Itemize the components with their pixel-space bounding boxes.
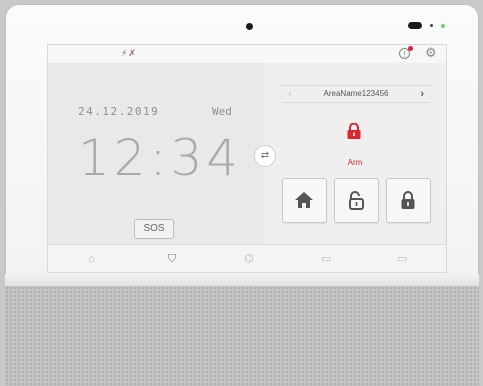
camera-icon[interactable]: ▭ [321, 252, 331, 266]
date-text: 24.12.2019 [78, 105, 160, 118]
disarm-button[interactable] [334, 178, 379, 223]
devices-icon[interactable]: ⌬ [244, 252, 254, 266]
disarm-unlock-icon [349, 191, 364, 210]
notification-icon[interactable]: ! [399, 46, 413, 59]
touch-screen: ⚡︎✗ ! ⚙ 24.12.2019 Wed 12:34 SOS ⇄ ‹ Are… [47, 44, 447, 273]
clock-panel: 24.12.2019 Wed 12:34 SOS [48, 63, 264, 244]
shield-icon[interactable]: ⛉ [168, 252, 176, 266]
home-mode-icon [295, 192, 313, 208]
status-led [441, 24, 445, 28]
panel-device: ⚡︎✗ ! ⚙ 24.12.2019 Wed 12:34 SOS ⇄ ‹ Are… [5, 4, 479, 386]
panel-switch-icon[interactable]: ⇄ [254, 145, 276, 167]
device-chin [5, 274, 479, 286]
arm-button[interactable] [386, 178, 431, 223]
light-sensor [408, 22, 422, 29]
wifi-off-icon: ⚡︎✗ [121, 48, 137, 58]
area-selector: ‹ AreaName123456 › [282, 85, 430, 103]
camera-icon[interactable]: ▭ [397, 252, 407, 266]
sos-button[interactable]: SOS [134, 219, 174, 239]
arm-status-lock-icon [347, 123, 361, 139]
weekday-text: Wed [212, 105, 232, 118]
status-bar: ⚡︎✗ ! ⚙ [48, 45, 446, 63]
arm-lock-icon [401, 191, 415, 209]
speaker-grille [5, 286, 479, 386]
bottom-nav: ⌂ ⛉ ⌬ ▭ ▭ [48, 244, 446, 272]
sensor-dot [430, 24, 433, 27]
home-mode-button[interactable] [282, 178, 327, 223]
arm-panel: ‹ AreaName123456 › Arm [264, 63, 446, 244]
gear-icon[interactable]: ⚙ [425, 46, 437, 60]
area-next-button[interactable]: › [420, 86, 424, 102]
front-camera [246, 23, 253, 30]
home-icon[interactable]: ⌂ [88, 252, 95, 266]
arm-status-label: Arm [347, 158, 363, 167]
area-name: AreaName123456 [323, 89, 389, 98]
clock-time: 12:34 [78, 129, 243, 187]
notification-badge [408, 46, 413, 51]
